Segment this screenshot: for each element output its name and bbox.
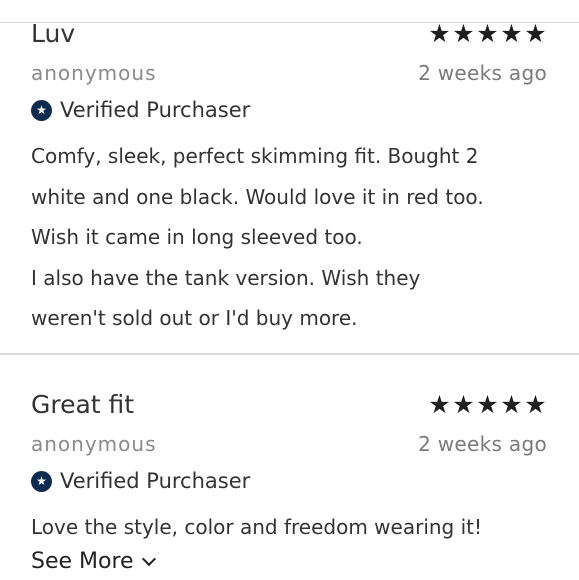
review-body: Love the style, color and freedom wearin…: [31, 507, 561, 548]
star-rating: ★ ★ ★ ★ ★: [428, 392, 547, 417]
review-body-line: Comfy, sleek, perfect skimming fit. Boug…: [31, 144, 479, 168]
review-author: anonymous: [31, 432, 157, 456]
star-icon: ★: [476, 19, 499, 48]
review-body-line: weren't sold out or I'd buy more.: [31, 306, 358, 330]
star-icon: ★: [476, 390, 499, 419]
review-title: Luv: [31, 19, 76, 48]
review-body: Comfy, sleek, perfect skimming fit. Boug…: [31, 136, 561, 339]
star-icon: ★: [500, 390, 523, 419]
verified-purchaser: ★ Verified Purchaser: [31, 96, 250, 124]
review-body-line: white and one black. Would love it in re…: [31, 184, 484, 209]
star-rating: ★ ★ ★ ★ ★: [428, 21, 547, 46]
review-body-line: Wish it came in long sleeved too.: [31, 225, 363, 249]
see-more-button[interactable]: See More: [31, 547, 156, 577]
star-icon: ★: [428, 19, 451, 48]
star-icon: ★: [500, 19, 523, 48]
star-icon: ★: [452, 390, 475, 419]
star-icon: ★: [428, 390, 451, 419]
star-icon: ★: [524, 390, 547, 419]
review-divider: [0, 353, 579, 355]
star-icon: ★: [452, 19, 475, 48]
verified-star-badge-icon: ★: [31, 99, 52, 121]
star-icon: ★: [524, 19, 547, 48]
verified-label: Verified Purchaser: [60, 98, 251, 122]
review-date: 2 weeks ago: [418, 61, 547, 85]
review-body-line: Love the style, color and freedom wearin…: [31, 515, 483, 539]
review-date: 2 weeks ago: [418, 432, 547, 456]
verified-star-badge-icon: ★: [31, 470, 52, 492]
verified-purchaser: ★ Verified Purchaser: [31, 467, 250, 495]
chevron-down-icon: [141, 551, 156, 567]
review-body-line: I also have the tank version. Wish they: [31, 265, 421, 290]
verified-label: Verified Purchaser: [60, 469, 251, 493]
review-author: anonymous: [31, 61, 157, 85]
review-title: Great fit: [31, 390, 135, 419]
see-more-label: See More: [31, 549, 134, 574]
